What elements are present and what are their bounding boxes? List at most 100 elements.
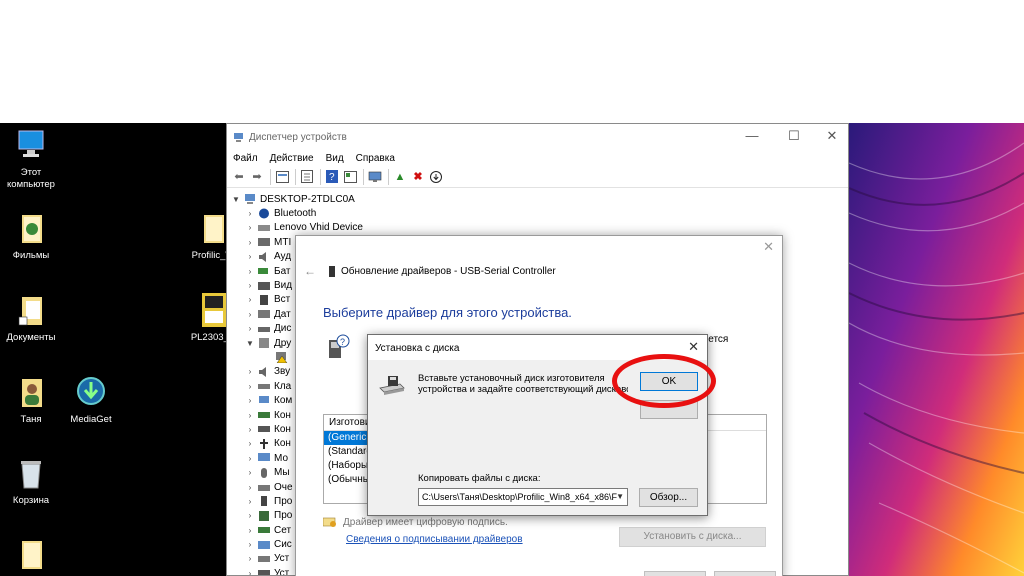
chevron-right-icon[interactable]: › — [245, 483, 255, 492]
chevron-right-icon[interactable]: › — [245, 425, 255, 434]
chevron-right-icon[interactable]: › — [245, 497, 255, 506]
chevron-right-icon[interactable]: › — [245, 468, 255, 477]
window-title: Диспетчер устройств — [249, 131, 347, 143]
desktop-icon-computer[interactable]: Этот компьютер — [0, 128, 62, 191]
uninstall-device-icon[interactable]: ✖ — [410, 169, 426, 185]
install-dialog-message: Вставьте установочный диск изготовителя … — [418, 373, 628, 395]
recycle-bin-icon — [21, 461, 41, 489]
chevron-right-icon[interactable]: › — [245, 367, 255, 376]
desktop-icon-label: Фильмы — [12, 250, 50, 261]
download-icon[interactable] — [428, 169, 444, 185]
bluetooth-icon — [258, 208, 270, 219]
toolbar-separator — [388, 168, 389, 185]
menu-view[interactable]: Вид — [326, 153, 344, 164]
chevron-down-icon[interactable]: ▼ — [616, 489, 624, 505]
help-icon[interactable]: ? — [324, 169, 340, 185]
browse-button[interactable]: Обзор... — [639, 488, 698, 507]
disk-icon — [258, 323, 270, 334]
driver-signing-link[interactable]: Сведения о подписывании драйверов — [346, 534, 523, 545]
documents-icon — [18, 297, 42, 326]
chevron-right-icon[interactable]: › — [245, 454, 255, 463]
desktop-icon-films[interactable]: Фильмы — [0, 211, 62, 262]
tree-item-label: Дру — [274, 337, 292, 349]
device-icon — [258, 237, 270, 248]
desktop-icon-folder-bottom[interactable] — [0, 537, 62, 576]
install-from-disk-button[interactable]: Установить с диска... — [619, 527, 766, 547]
highlight-circle — [612, 354, 716, 408]
mouse-icon — [258, 467, 270, 478]
close-button[interactable]: ✕ — [817, 128, 847, 144]
menu-bar: Файл Действие Вид Справка — [227, 150, 848, 166]
manufacturer-item-selected[interactable]: (Generic — [324, 431, 373, 445]
chevron-right-icon[interactable]: › — [245, 267, 255, 276]
tree-item[interactable]: › Lenovo Vhid Device — [227, 221, 848, 235]
signed-driver-icon — [323, 517, 336, 527]
tree-item-label: Дат — [274, 308, 291, 320]
show-hide-console-icon[interactable] — [274, 169, 290, 185]
menu-file[interactable]: Файл — [233, 153, 258, 164]
chevron-right-icon[interactable]: › — [245, 209, 255, 218]
chevron-right-icon[interactable]: › — [245, 540, 255, 549]
update-dialog-header: ← Обновление драйверов - USB-Serial Cont… — [304, 264, 556, 278]
tree-item-label: Кон — [274, 438, 291, 450]
scan-hardware-icon[interactable] — [367, 169, 383, 185]
chevron-right-icon[interactable]: › — [245, 439, 255, 448]
computer-icon — [18, 130, 44, 157]
usb-device-icon — [329, 265, 335, 277]
chevron-right-icon[interactable]: › — [245, 526, 255, 535]
desktop-icon-mediaget[interactable]: MediaGet — [60, 375, 122, 426]
chevron-down-icon[interactable]: ▼ — [231, 195, 241, 204]
chevron-right-icon[interactable]: › — [245, 396, 255, 405]
menu-help[interactable]: Справка — [356, 153, 395, 164]
close-icon[interactable]: ✕ — [763, 239, 774, 255]
chevron-right-icon[interactable]: › — [245, 238, 255, 247]
chevron-right-icon[interactable]: › — [245, 223, 255, 232]
chevron-right-icon[interactable]: › — [245, 295, 255, 304]
software-device-icon — [258, 496, 270, 507]
tree-item-label: Сет — [274, 524, 292, 536]
tree-root[interactable]: ▼ DESKTOP-2TDLC0A — [227, 192, 848, 206]
chevron-right-icon[interactable]: › — [245, 511, 255, 520]
close-icon[interactable]: ✕ — [688, 339, 699, 355]
tree-item-label: Дис — [274, 323, 292, 335]
desktop-icon-user[interactable]: Таня — [0, 375, 62, 426]
chevron-right-icon[interactable]: › — [245, 382, 255, 391]
network-adapter-icon — [258, 525, 270, 536]
chevron-right-icon[interactable]: › — [245, 554, 255, 563]
tree-item-label: Уст — [274, 567, 290, 576]
tree-item[interactable]: › Bluetooth — [227, 206, 848, 220]
chevron-right-icon[interactable]: › — [245, 310, 255, 319]
back-arrow-icon[interactable]: ⬅ — [231, 169, 247, 185]
view-icon[interactable] — [342, 169, 358, 185]
chevron-right-icon[interactable]: › — [245, 324, 255, 333]
desktop-icon-recycle-bin[interactable]: Корзина — [0, 456, 62, 507]
controller-icon — [258, 424, 270, 435]
properties-icon[interactable] — [299, 169, 315, 185]
chevron-down-icon[interactable]: ▼ — [245, 339, 255, 348]
tree-item-label: Про — [274, 495, 293, 507]
desktop-icon-label: Корзина — [12, 495, 50, 506]
chevron-right-icon[interactable]: › — [245, 252, 255, 261]
menu-action[interactable]: Действие — [270, 153, 314, 164]
chevron-right-icon[interactable]: › — [245, 281, 255, 290]
copy-files-label: Копировать файлы с диска: — [418, 473, 541, 484]
installer-icon — [202, 293, 226, 327]
back-arrow-icon[interactable]: ← — [304, 264, 316, 278]
chevron-right-icon[interactable]: › — [245, 411, 255, 420]
sensor-icon — [258, 309, 270, 320]
maximize-button[interactable]: ☐ — [779, 128, 809, 144]
video-icon — [258, 280, 270, 291]
next-button[interactable] — [644, 571, 706, 576]
tree-item-label: Ауд — [274, 251, 292, 263]
desktop-icon-documents[interactable]: Документы — [0, 293, 62, 344]
forward-arrow-icon[interactable]: ➡ — [249, 169, 265, 185]
toolbar-separator — [270, 168, 271, 185]
path-combobox[interactable]: C:\Users\Таня\Desktop\Profilic_Win8_x64_… — [418, 488, 628, 506]
chevron-right-icon[interactable]: › — [245, 569, 255, 575]
update-driver-icon[interactable]: ▲ — [392, 169, 408, 185]
minimize-button[interactable]: — — [737, 128, 767, 143]
signature-text: Драйвер имеет цифровую подпись. — [343, 517, 508, 528]
tree-item-label: Вст — [274, 294, 291, 306]
driver-disk-icon: ? — [329, 334, 350, 358]
cancel-button[interactable] — [714, 571, 776, 576]
